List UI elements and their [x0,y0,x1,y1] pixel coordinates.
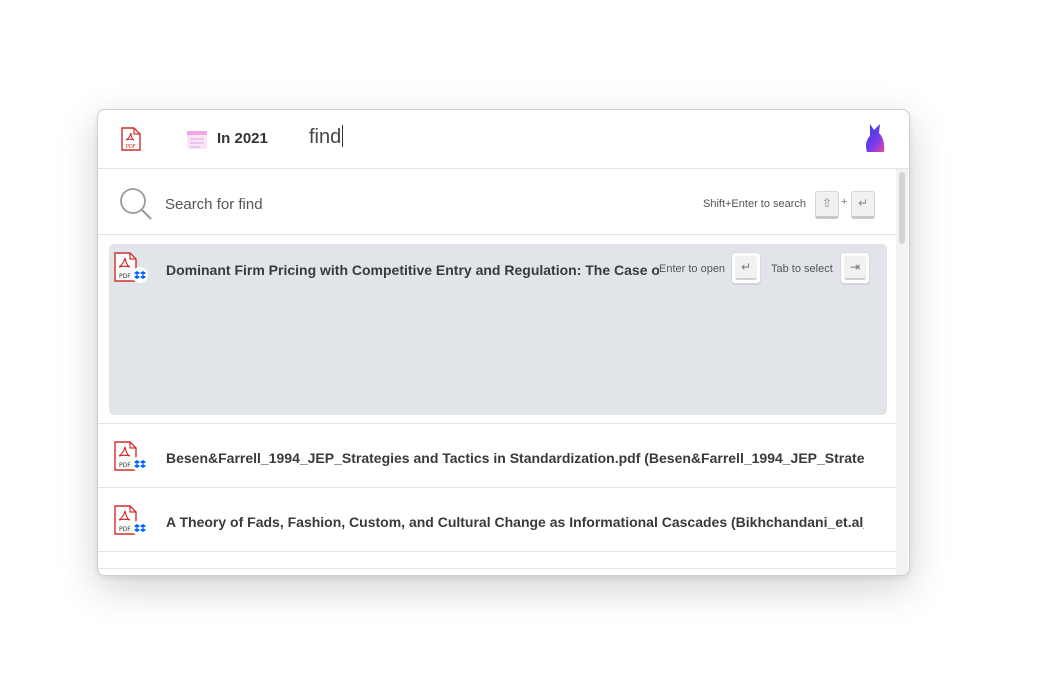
result-item[interactable]: PDF Besen&Farrell_1994_JEP_Strategies an… [98,424,896,488]
calendar-scope-icon [186,129,208,156]
app-logo-icon [864,122,886,159]
query-text: find [309,126,342,148]
result-title: Dominant Firm Pricing with Competitive E… [166,262,659,278]
search-icon [119,187,153,226]
svg-text:PDF: PDF [119,462,131,469]
pdf-file-icon: PDF [113,441,149,478]
tab-key: ⇥ [840,252,870,284]
result-title: A Theory of Fads, Fashion, Custom, and C… [166,514,864,530]
launcher-panel: PDF In 2021 find Search for find Shift+E… [97,109,910,576]
result-title: Besen&Farrell_1994_JEP_Strategies and Ta… [166,450,864,466]
plus-sign: + [841,196,848,208]
open-enter-key: ↵ [731,252,761,284]
search-row[interactable]: Search for find Shift+Enter to search ⇧ … [98,169,896,235]
scrollbar-thumb[interactable] [899,172,905,244]
shift-enter-hint: Shift+Enter to search [703,198,807,210]
svg-text:PDF: PDF [126,144,136,150]
text-caret [342,125,344,147]
svg-text:PDF: PDF [119,273,131,280]
open-enter-key-glyph: ↵ [735,256,757,280]
pdf-file-icon: PDF [113,505,149,542]
scope-label[interactable]: In 2021 [217,130,268,147]
result-item[interactable]: PDF A Theory of Fads, Fashion, Custom, a… [98,488,896,552]
enter-key: ↵ [851,191,875,219]
top-bar: PDF In 2021 find [98,110,909,169]
divider [98,568,896,569]
results-scrollbar[interactable] [896,169,908,575]
query-input[interactable]: find [309,125,344,149]
enter-to-open-hint: Enter to open [659,263,726,275]
shift-key: ⇧ [815,191,839,219]
tab-to-select-hint: Tab to select [771,263,833,275]
pdf-file-icon: PDF [113,252,149,289]
search-label: Search for find [165,196,263,213]
result-item-selected[interactable]: PDF Dominant Firm Pricing with Competiti… [109,244,887,415]
svg-text:PDF: PDF [119,526,131,533]
pdf-filter-icon[interactable]: PDF [120,127,142,156]
tab-key-glyph: ⇥ [844,256,866,280]
